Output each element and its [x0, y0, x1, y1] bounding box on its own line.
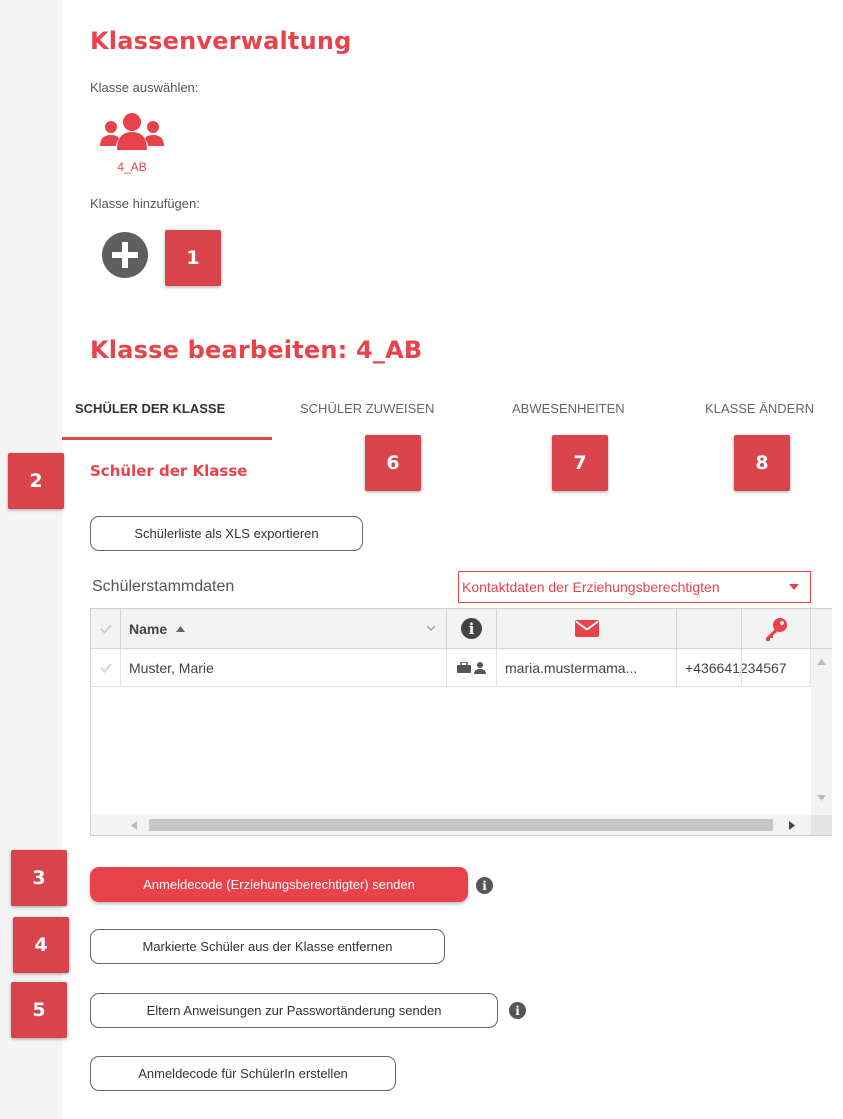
badge-7: 7 — [552, 435, 608, 491]
badge-1: 1 — [165, 230, 221, 286]
info-icon: i — [461, 618, 482, 639]
badge-2: 2 — [8, 453, 64, 509]
password-info-icon[interactable]: i — [509, 1002, 526, 1019]
edit-class-title: Klasse bearbeiten: 4_AB — [90, 336, 423, 364]
tab-schueler-zuweisen[interactable]: SCHÜLER ZUWEISEN — [300, 401, 434, 416]
export-xls-button[interactable]: Schülerliste als XLS exportieren — [90, 516, 363, 551]
sort-asc-icon — [176, 625, 186, 632]
send-parent-code-button[interactable]: Anmeldecode (Erziehungsberechtigter) sen… — [90, 867, 468, 902]
page-title: Klassenverwaltung — [90, 27, 352, 55]
class-name: 4_AB — [117, 160, 147, 174]
cell-name[interactable]: Muster, Marie — [121, 649, 447, 687]
scrollbar-header — [811, 609, 832, 649]
cell-info-icons — [447, 649, 497, 687]
check-icon — [99, 623, 112, 634]
cell-phone[interactable]: +436641234567 — [677, 649, 787, 687]
badge-8: 8 — [734, 435, 790, 491]
add-class-button[interactable] — [102, 232, 148, 278]
users-icon — [100, 113, 164, 150]
column-header-key — [741, 609, 811, 649]
select-class-label: Klasse auswählen: — [90, 80, 199, 95]
key-icon — [766, 617, 787, 641]
scrollbar-corner — [811, 815, 832, 835]
remove-students-button[interactable]: Markierte Schüler aus der Klasse entfern… — [90, 929, 445, 964]
plus-icon — [112, 242, 138, 268]
tab-klasse-aendern[interactable]: KLASSE ÄNDERN — [705, 401, 814, 416]
class-item-4ab[interactable]: 4_AB — [98, 110, 166, 176]
column-header-email — [497, 609, 677, 649]
briefcase-icon — [457, 662, 471, 673]
badge-4: 4 — [13, 917, 69, 973]
tab-schueler-der-klasse[interactable]: SCHÜLER DER KLASSE — [75, 401, 225, 416]
section-title: Schüler der Klasse — [90, 462, 248, 480]
add-class-label: Klasse hinzufügen: — [90, 196, 200, 211]
vertical-scrollbar[interactable] — [811, 649, 832, 815]
person-icon — [474, 661, 486, 674]
scrollbar-thumb[interactable] — [149, 819, 773, 831]
contact-data-dropdown[interactable]: Kontaktdaten der Erziehungsberechtigten — [458, 571, 811, 603]
check-icon — [99, 662, 112, 673]
column-header-name[interactable]: Name — [121, 609, 447, 649]
tab-abwesenheiten[interactable]: ABWESENHEITEN — [512, 401, 625, 416]
cell-email[interactable]: maria.mustermama... — [497, 649, 677, 687]
scroll-left-icon[interactable] — [131, 821, 137, 830]
column-name-label: Name — [129, 620, 168, 637]
dropdown-caret-icon — [789, 584, 799, 590]
badge-3: 3 — [11, 850, 67, 906]
create-student-code-button[interactable]: Anmeldecode für SchülerIn erstellen — [90, 1056, 396, 1091]
column-menu-chevron-icon[interactable] — [427, 626, 435, 631]
horizontal-scrollbar[interactable] — [91, 815, 811, 835]
students-table: Name i Muster, Marie maria.mustermama...… — [90, 608, 832, 836]
row-checkbox[interactable] — [91, 649, 121, 687]
badge-6: 6 — [365, 435, 421, 491]
contact-dropdown-value: Kontaktdaten der Erziehungsberechtigten — [462, 579, 720, 595]
send-password-instructions-button[interactable]: Eltern Anweisungen zur Passwortänderung … — [90, 993, 498, 1028]
select-all-checkbox[interactable] — [91, 609, 121, 649]
active-tab-indicator — [62, 437, 272, 440]
scroll-right-icon[interactable] — [789, 821, 795, 830]
badge-5: 5 — [11, 982, 67, 1038]
cell-key[interactable] — [741, 649, 811, 687]
scroll-up-icon[interactable] — [817, 659, 826, 665]
send-code-info-icon[interactable]: i — [476, 877, 493, 894]
column-header-info: i — [447, 609, 497, 649]
stammdaten-label: Schülerstammdaten — [92, 578, 235, 595]
envelope-icon — [574, 620, 599, 637]
scroll-down-icon[interactable] — [817, 795, 826, 801]
